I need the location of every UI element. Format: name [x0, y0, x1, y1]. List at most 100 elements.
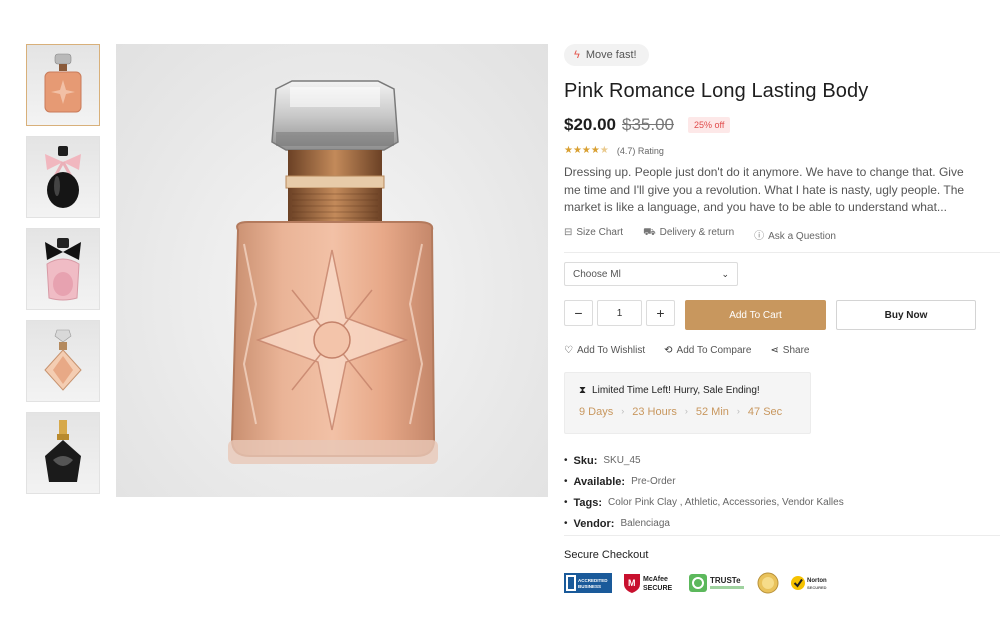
main-product-image[interactable] — [116, 44, 548, 497]
norton-secured-badge: Norton SECURED — [790, 572, 830, 594]
divider — [564, 535, 1000, 536]
sale-countdown: ⧗ Limited Time Left! Hurry, Sale Ending!… — [564, 372, 811, 434]
current-price: $20.00 — [564, 115, 616, 134]
norton-icon: Norton SECURED — [791, 576, 827, 590]
bullet: • — [564, 497, 568, 508]
size-chart-label: Size Chart — [576, 226, 624, 238]
truste-icon: TRUSTe — [689, 574, 744, 592]
gold-seal-badge — [756, 572, 780, 594]
variant-select[interactable]: Choose Ml ⌄ — [564, 262, 738, 286]
rating-stars-icon: ★★★★★ — [564, 145, 609, 156]
rating-text: (4.7) Rating — [616, 145, 664, 156]
variant-select-value: Choose Ml — [573, 268, 621, 280]
sku-value: SKU_45 — [603, 455, 641, 466]
truste-text: TRUSTe — [710, 576, 741, 585]
bbb-text-1: ACCREDITED — [578, 578, 608, 583]
bbb-text-2: BUSINESS — [578, 584, 601, 589]
countdown-seconds: 47 Sec — [747, 406, 783, 418]
meta-vendor: • Vendor: Balenciaga — [564, 513, 844, 534]
quantity-minus-button[interactable]: − — [564, 300, 593, 326]
size-chart-link[interactable]: ⊟ Size Chart — [564, 227, 623, 242]
discount-badge: 25% off — [688, 117, 731, 133]
divider — [564, 252, 1000, 253]
countdown-hours: 23 Hours — [632, 406, 677, 418]
mcafee-secure-badge: M McAfee SECURE — [622, 572, 678, 594]
delivery-return-link[interactable]: ⛟ Delivery & return — [643, 227, 734, 242]
tags-value[interactable]: Color Pink Clay , Athletic, Accessories,… — [608, 497, 844, 508]
bbb-icon: ACCREDITED BUSINESS — [564, 573, 612, 593]
bolt-icon: ϟ — [574, 49, 580, 61]
perfume-black-pink-bow-image — [45, 146, 81, 208]
available-value: Pre-Order — [631, 476, 676, 487]
product-description: Dressing up. People just don't do it any… — [564, 165, 965, 214]
hourglass-icon: ⧗ — [579, 385, 587, 396]
bullet: • — [564, 476, 568, 487]
countdown-timer: 9 Days › 23 Hours › 52 Min › 47 Sec — [579, 406, 796, 418]
ask-question-link[interactable]: ⓘ Ask a Question — [754, 227, 836, 242]
bbb-accredited-badge: ACCREDITED BUSINESS — [564, 572, 612, 594]
old-price: $35.00 — [622, 115, 674, 134]
available-label: Available: — [573, 475, 626, 488]
chevron-down-icon: ⌄ — [721, 268, 729, 279]
perfume-amber-image — [44, 53, 82, 113]
meta-sku: • Sku: SKU_45 — [564, 450, 844, 471]
refresh-icon: ⟲ — [664, 345, 673, 356]
truste-badge: TRUSTe — [688, 572, 746, 594]
bullet: • — [564, 455, 568, 466]
mcafee-icon: M McAfee SECURE — [624, 574, 673, 593]
thumbnail-5[interactable] — [26, 412, 100, 494]
move-fast-text: Move fast! — [585, 49, 637, 61]
ruler-icon: ⊟ — [564, 226, 573, 238]
trust-badges: ACCREDITED BUSINESS M McAfee SECURE TRUS… — [564, 572, 830, 594]
mcafee-text-2: SECURE — [643, 585, 673, 592]
share-link[interactable]: ⋖ Share — [770, 345, 809, 356]
wishlist-label: Add To Wishlist — [576, 345, 646, 356]
seal-icon — [757, 572, 779, 594]
quantity-input[interactable]: 1 — [597, 300, 642, 326]
separator: › — [736, 406, 740, 416]
rating-row: ★★★★★ (4.7) Rating — [564, 145, 1000, 156]
vendor-value[interactable]: Balenciaga — [620, 518, 669, 529]
meta-tags: • Tags: Color Pink Clay , Athletic, Acce… — [564, 492, 844, 513]
share-label: Share — [782, 345, 810, 356]
buy-now-button[interactable]: Buy Now — [836, 300, 976, 330]
truck-icon: ⛟ — [643, 226, 656, 238]
quantity-plus-button[interactable]: + — [646, 300, 675, 326]
info-links: ⊟ Size Chart ⛟ Delivery & return ⓘ Ask a Qu… — [564, 227, 1000, 242]
perfume-bottle-image — [228, 80, 438, 464]
move-fast-badge: ϟ Move fast! — [564, 44, 649, 66]
perfume-black-gold-image — [45, 420, 81, 482]
ask-question-label: Ask a Question — [768, 230, 836, 242]
quantity-stepper: − 1 + — [564, 300, 675, 326]
delivery-return-label: Delivery & return — [659, 226, 735, 238]
product-actions: ♡ Add To Wishlist ⟲ Add To Compare ⋖ Share — [564, 345, 809, 356]
add-to-wishlist-link[interactable]: ♡ Add To Wishlist — [564, 345, 645, 356]
mcafee-text-1: McAfee — [643, 576, 668, 583]
add-to-compare-link[interactable]: ⟲ Add To Compare — [664, 345, 751, 356]
perfume-pink-black-bow-image — [45, 238, 81, 301]
secure-checkout-title: Secure Checkout — [564, 549, 649, 561]
product-title: Pink Romance Long Lasting Body — [564, 80, 869, 102]
vendor-label: Vendor: — [573, 517, 615, 530]
add-to-cart-button[interactable]: Add To Cart — [685, 300, 826, 330]
countdown-title: ⧗ Limited Time Left! Hurry, Sale Ending! — [579, 385, 796, 396]
perfume-diamond-image — [44, 329, 82, 391]
sku-label: Sku: — [573, 454, 598, 467]
product-info: ϟ Move fast! Pink Romance Long Lasting B… — [564, 44, 1000, 594]
countdown-title-text: Limited Time Left! Hurry, Sale Ending! — [592, 385, 760, 396]
thumbnail-1[interactable] — [26, 44, 100, 126]
thumbnail-gallery — [26, 44, 100, 504]
meta-available: • Available: Pre-Order — [564, 471, 844, 492]
bullet: • — [564, 518, 568, 529]
share-icon: ⋖ — [770, 345, 779, 356]
price-row: $20.00 $35.00 25% off — [564, 115, 1000, 135]
separator: › — [684, 406, 688, 416]
separator: › — [621, 406, 625, 416]
thumbnail-2[interactable] — [26, 136, 100, 218]
norton-text-2: SECURED — [807, 585, 827, 590]
thumbnail-4[interactable] — [26, 320, 100, 402]
tags-label: Tags: — [573, 496, 603, 509]
compare-label: Add To Compare — [676, 345, 752, 356]
svg-text:M: M — [628, 578, 636, 588]
thumbnail-3[interactable] — [26, 228, 100, 310]
